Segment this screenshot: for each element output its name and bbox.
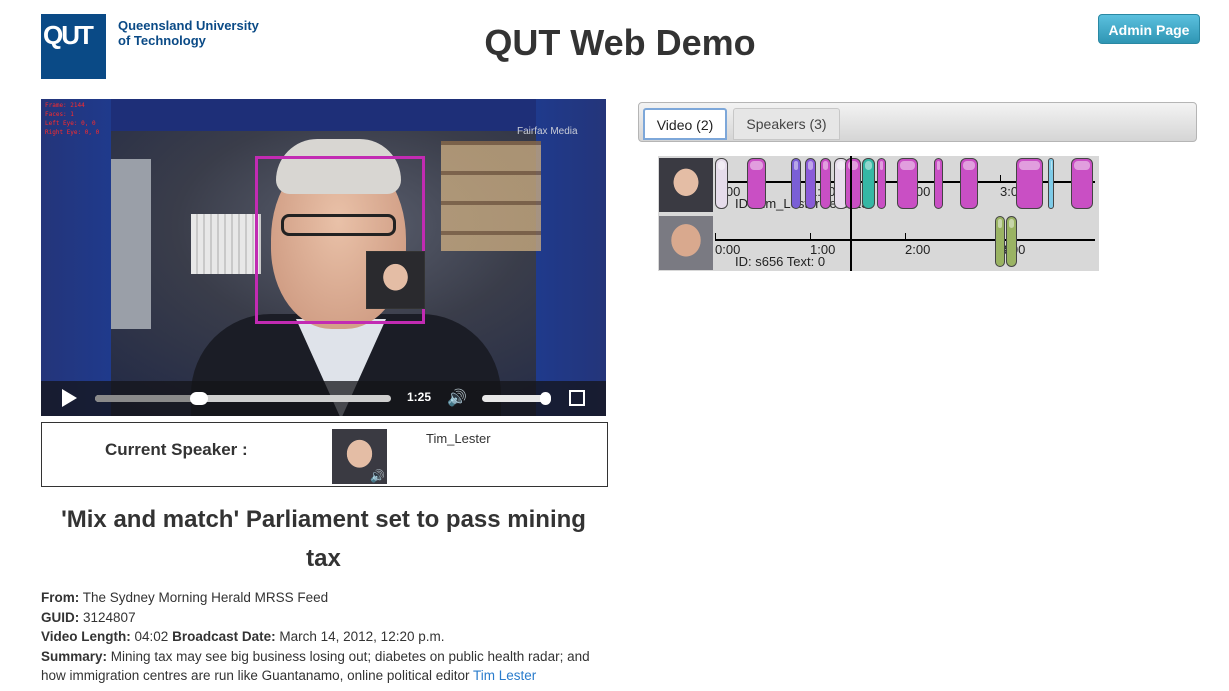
timeline-segment[interactable] [1071,158,1094,209]
debug-overlay: Frame: 2144 Faces: 1 Left Eye: 0, 0 Righ… [45,101,99,137]
summary-author-link[interactable]: Tim Lester [473,668,536,683]
meta-summary: Summary: Mining tax may see big business… [41,647,611,686]
timeline-segment[interactable] [1047,158,1054,209]
current-speaker-name: Tim_Lester [426,431,491,446]
from-label: From: [41,590,80,605]
broadcast-label: Broadcast Date: [172,629,276,644]
timeline-segment[interactable] [897,158,918,209]
current-time: 1:25 [407,390,432,404]
speaker-audio-icon: 🔊 [370,469,385,483]
progress-bar[interactable] [95,392,391,405]
fullscreen-icon[interactable] [569,390,585,406]
timeline-row: ID: s656 Text: 0 0:001:002:003:00 [658,214,1099,271]
timeline-tick-label: 1:00 [810,242,836,257]
timeline-tick [715,233,716,240]
bookshelf [441,141,541,251]
timeline-tick [1000,175,1001,182]
meta-from: From: The Sydney Morning Herald MRSS Fee… [41,588,611,608]
timeline-face-thumbnail[interactable] [659,158,713,212]
timeline-tick [905,233,906,240]
tab-speakers[interactable]: Speakers (3) [733,108,840,140]
timeline-segment[interactable] [960,158,978,209]
article-meta: From: The Sydney Morning Herald MRSS Fee… [41,588,611,686]
tab-video[interactable]: Video (2) [643,108,727,140]
timeline-segment[interactable] [715,158,728,209]
timeline-tick-label: 0:00 [715,242,741,257]
timeline-segment[interactable] [791,158,801,209]
article-title: 'Mix and match' Parliament set to pass m… [61,506,586,572]
debug-line: Frame: 2144 [45,102,85,109]
from-value: The Sydney Morning Herald MRSS Feed [82,590,329,605]
timeline-segment[interactable] [844,158,861,209]
timeline-row: ID: Tim_Lester Text: 13 0:001:002:003:00 [658,156,1099,213]
timeline-segment[interactable] [876,158,886,209]
timeline-segment[interactable] [862,158,875,209]
guid-value: 3124807 [83,609,136,625]
broadcast-value: March 14, 2012, 12:20 p.m. [279,629,445,644]
timeline-segment[interactable] [995,216,1005,267]
current-speaker-panel: Current Speaker : 🔊 Tim_Lester [41,422,608,487]
timeline-tick [810,233,811,240]
current-speaker-avatar: 🔊 [332,429,387,484]
timeline-segment[interactable] [1006,216,1018,267]
timeline-segment[interactable] [805,158,817,209]
tab-bar: Video (2) Speakers (3) [638,102,1197,142]
timeline-tick-label: 2:00 [905,242,931,257]
timeline-segment[interactable] [1015,158,1043,209]
debug-line: Left Eye: 0, 0 [45,120,96,127]
fairfax-watermark: Fairfax Media [517,126,578,137]
timeline-segment[interactable] [819,158,831,209]
meta-guid: GUID: 3124807 [41,608,611,628]
play-icon[interactable] [62,389,77,407]
progress-knob[interactable] [189,392,208,405]
timeline-face-thumbnail[interactable] [659,216,713,270]
volume-knob[interactable] [539,392,551,405]
page-title: QUT Web Demo [484,22,756,63]
speaker-timeline[interactable]: ID: Tim_Lester Text: 13 0:001:002:003:00… [658,156,1099,271]
video-backdrop-right [536,99,606,416]
summary-label: Summary: [41,648,108,664]
debug-line: Faces: 1 [45,111,74,118]
video-controls: 1:25 🔊 [41,381,606,416]
face-thumbnail [366,251,425,309]
filing-cabinet [111,159,151,329]
volume-slider[interactable] [482,392,551,405]
length-value: 04:02 [134,629,169,644]
debug-line: Right Eye: 0, 0 [45,129,100,136]
volume-icon[interactable]: 🔊 [447,388,467,407]
length-label: Video Length: [41,629,131,644]
timeline-axis [715,233,1095,241]
radiator [191,214,261,274]
guid-label: GUID: [41,609,80,625]
video-player[interactable]: Frame: 2144 Faces: 1 Left Eye: 0, 0 Righ… [41,99,606,416]
admin-page-button[interactable]: Admin Page [1098,14,1200,44]
progress-fill [95,395,199,402]
meta-length: Video Length: 04:02 Broadcast Date: Marc… [41,627,611,647]
video-backdrop-left [41,99,111,416]
timeline-segment[interactable] [933,158,943,209]
timeline-cursor[interactable] [849,156,852,271]
current-speaker-label: Current Speaker : [105,440,248,459]
timeline-segment[interactable] [746,158,766,209]
